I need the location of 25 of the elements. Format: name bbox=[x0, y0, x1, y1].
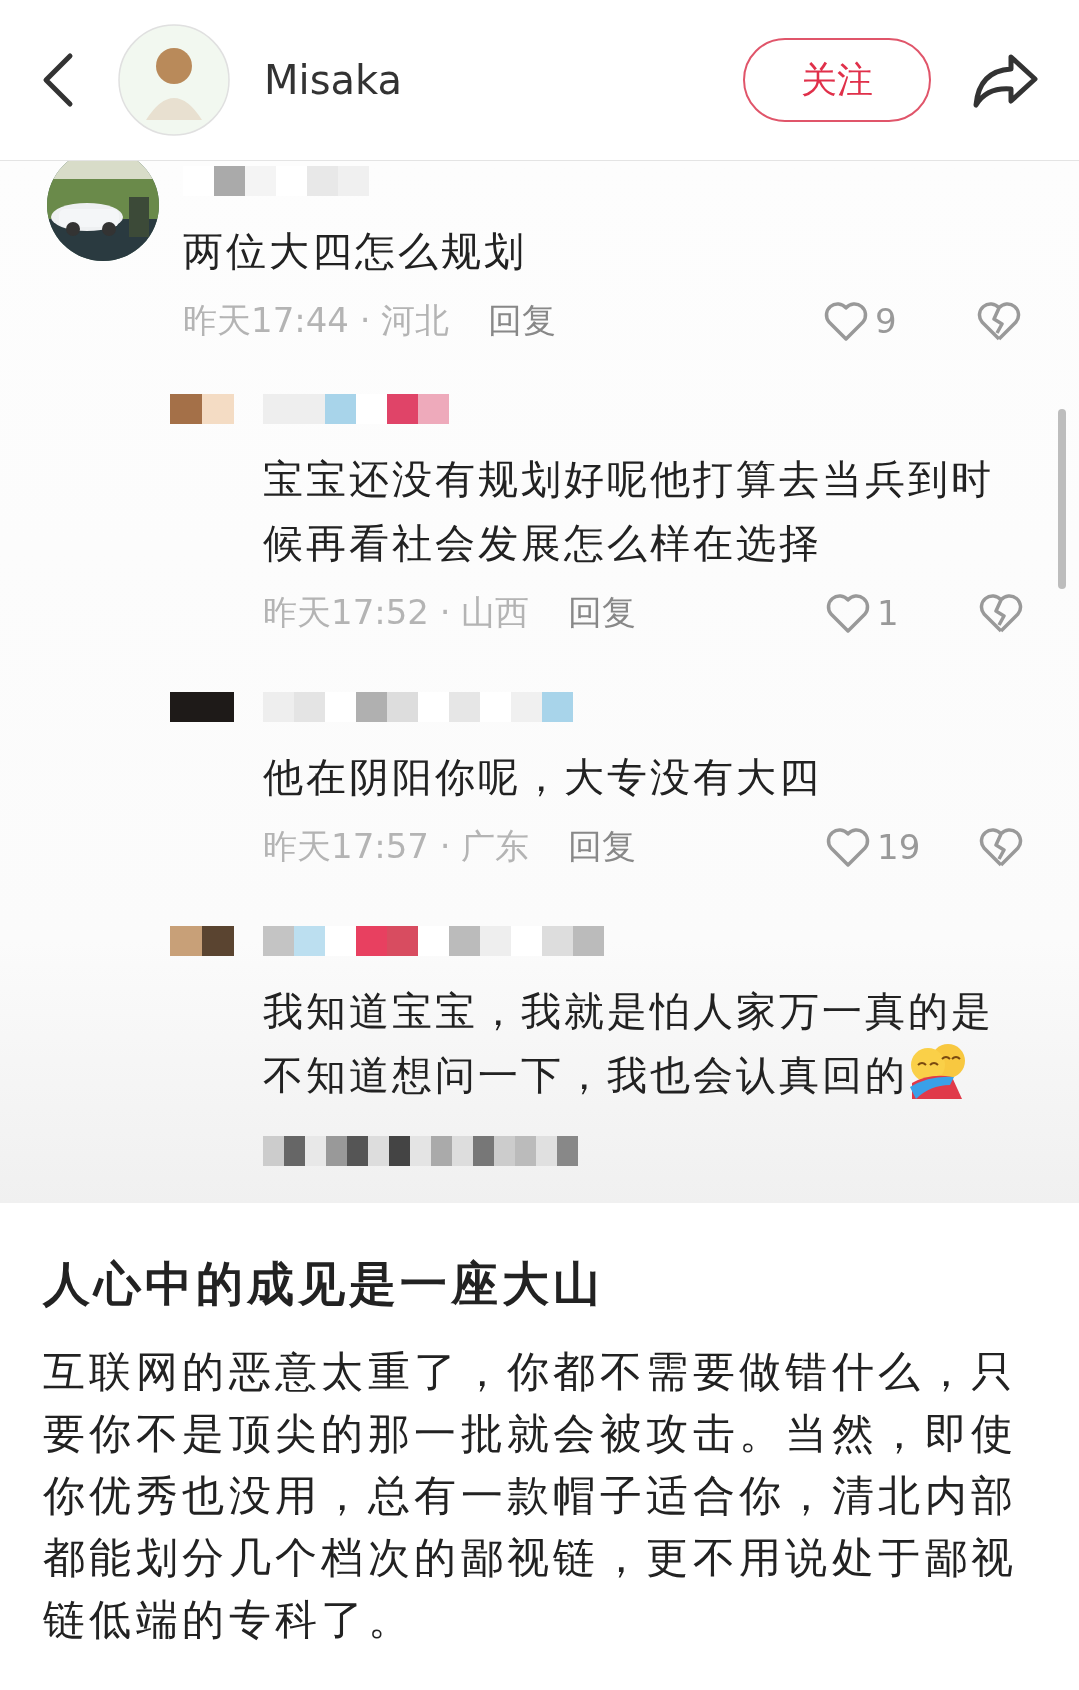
heart-icon[interactable] bbox=[825, 592, 871, 634]
comment-text: 他在阴阳你呢，大专没有大四 bbox=[263, 753, 823, 802]
heart-icon[interactable] bbox=[823, 300, 869, 342]
comment-time-location: 昨天17:52 · 山西 bbox=[263, 591, 531, 634]
comment-text: 宝宝还没有规划好呢他打算去当兵到时候再看社会发展怎么样在选择 bbox=[263, 455, 995, 568]
like-count: 19 bbox=[877, 827, 922, 867]
username[interactable]: Misaka bbox=[264, 57, 743, 103]
broken-heart-icon[interactable] bbox=[979, 826, 1023, 868]
like-count: 9 bbox=[875, 301, 898, 341]
broken-heart-icon[interactable] bbox=[977, 300, 1021, 342]
comment-text: 两位大四怎么规划 bbox=[183, 227, 528, 276]
reply-link[interactable]: 回复 bbox=[568, 824, 636, 870]
post-title: 人心中的成见是一座大山 bbox=[43, 1255, 605, 1313]
reply-link[interactable]: 回复 bbox=[488, 298, 556, 344]
post-body: 互联网的恶意太重了，你都不需要做错什么，只要你不是顶尖的那一批就会被攻击。当然，即使你优秀也没用，总有一款帽子适合你，清北内部都能划分几个档次的鄙视链，更不用说处于鄙视链低端的专科了。 bbox=[43, 1346, 1019, 1646]
broken-heart-icon[interactable] bbox=[979, 592, 1023, 634]
avatar-icon[interactable] bbox=[118, 24, 230, 136]
like-count: 1 bbox=[877, 593, 900, 633]
scrollbar[interactable] bbox=[1058, 409, 1066, 589]
reply-link[interactable]: 回复 bbox=[568, 590, 636, 636]
comment-time-location: 昨天17:44 · 河北 bbox=[183, 299, 451, 342]
comment-text: 我知道宝宝，我就是怕人家万一真的是不知道想问一下，我也会认真回的 bbox=[263, 987, 995, 1101]
comment-time-location: 昨天17:57 · 广东 bbox=[263, 825, 531, 868]
follow-button[interactable]: 关注 bbox=[743, 38, 931, 122]
heart-icon[interactable] bbox=[825, 826, 871, 868]
